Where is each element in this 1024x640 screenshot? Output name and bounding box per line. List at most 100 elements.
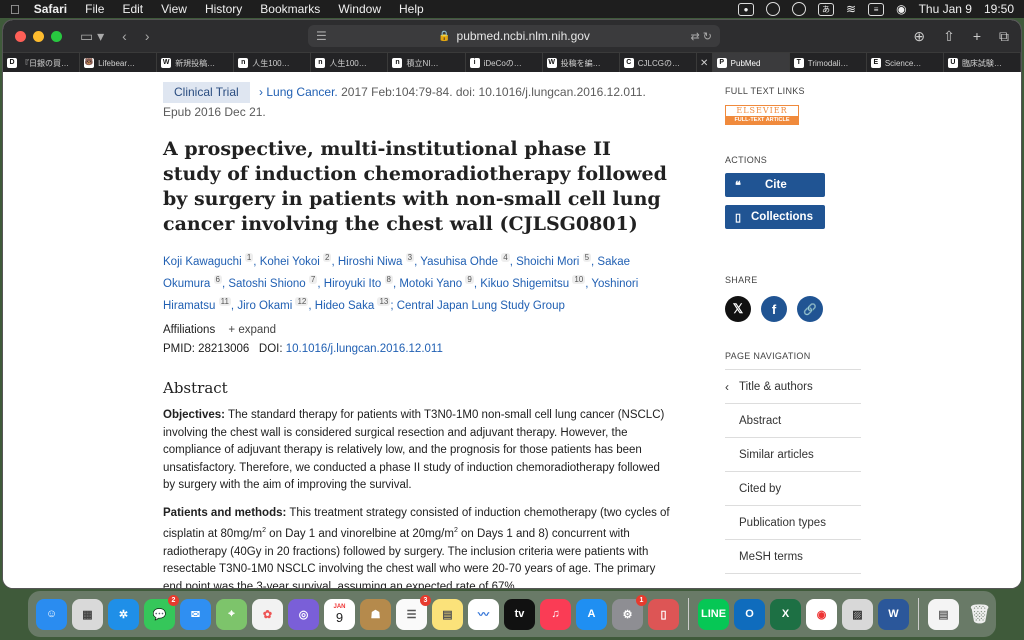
close-window-button[interactable] xyxy=(15,30,26,42)
finder-icon[interactable]: ☺ xyxy=(36,598,67,630)
tab-overview-icon[interactable]: ⧉ xyxy=(999,28,1009,45)
menu-window[interactable]: Window xyxy=(338,2,381,16)
tab[interactable]: 🐻 Lifebear… xyxy=(80,53,158,73)
elsevier-full-text-link[interactable]: ELSEVIER FULL-TEXT ARTICLE xyxy=(725,105,799,125)
maps-icon[interactable]: ⌖ xyxy=(216,598,247,630)
tab[interactable]: E Science… xyxy=(867,53,944,73)
launchpad-icon[interactable]: ▦ xyxy=(72,598,103,630)
affiliation-number[interactable]: 9 xyxy=(465,274,474,284)
freeform-icon[interactable]: 〰 xyxy=(468,598,499,630)
line-icon[interactable]: LINE xyxy=(698,598,729,630)
nav-abstract[interactable]: Abstract xyxy=(725,404,861,438)
messages-icon[interactable]: 💬 2 xyxy=(144,594,179,630)
input-method-icon[interactable]: あ xyxy=(818,2,835,16)
affiliation-number[interactable]: 5 xyxy=(582,253,592,262)
menubar-date[interactable]: Thu Jan 9 xyxy=(919,2,972,16)
wifi-icon[interactable]: ≋ xyxy=(846,2,856,16)
affiliation-number[interactable]: 12 xyxy=(295,296,309,306)
affiliation-number[interactable]: 3 xyxy=(405,253,415,262)
cite-button[interactable]: ❝ Cite xyxy=(725,173,825,197)
nav-title-authors[interactable]: ‹ Title & authors xyxy=(725,370,861,404)
clock-status-icon[interactable] xyxy=(792,2,807,16)
menu-history[interactable]: History xyxy=(205,2,242,16)
safari-icon[interactable]: ✲ xyxy=(108,598,139,630)
affiliation-number[interactable]: 10 xyxy=(572,274,586,284)
author-link[interactable]: Motoki Yano xyxy=(399,278,462,290)
back-icon[interactable]: ‹ xyxy=(122,28,127,44)
address-bar[interactable]: ☰ 🔒 pubmed.ncbi.nlm.nih.gov ⇄ ↻ xyxy=(308,25,720,47)
author-link[interactable]: Koji Kawaguchi xyxy=(163,256,242,268)
calendar-icon[interactable]: JAN 9 xyxy=(324,598,355,630)
control-center-icon[interactable]: ≡ xyxy=(868,2,885,16)
excel-icon[interactable]: X xyxy=(770,598,801,630)
outlook-icon[interactable]: O xyxy=(734,598,765,630)
author-link[interactable]: Yasuhisa Ohde xyxy=(420,256,498,268)
menu-edit[interactable]: Edit xyxy=(122,2,143,16)
share-icon[interactable]: ⇧ xyxy=(943,28,955,45)
system-settings-icon[interactable]: ⚙ 1 xyxy=(612,594,647,630)
podcasts-icon[interactable]: ◎ xyxy=(288,598,319,630)
document-stack-icon[interactable]: ▤ xyxy=(928,598,959,630)
iphone-mirroring-icon[interactable]: ▯ xyxy=(648,598,679,630)
tab[interactable]: i iDeCoの… xyxy=(466,53,543,73)
menubar-time[interactable]: 19:50 xyxy=(984,2,1014,16)
chrome-icon[interactable]: ◉ xyxy=(806,598,837,630)
doi-link[interactable]: 10.1016/j.lungcan.2016.12.011 xyxy=(286,343,443,355)
menu-bookmarks[interactable]: Bookmarks xyxy=(260,2,320,16)
new-tab-icon[interactable]: + xyxy=(973,28,981,45)
tab[interactable]: C CJLCGの… xyxy=(620,53,697,73)
author-link[interactable]: Hideo Saka xyxy=(315,299,374,311)
downloads-icon[interactable]: ⊕ xyxy=(913,28,925,45)
author-link[interactable]: Jiro Okami xyxy=(237,299,292,311)
tab[interactable]: n 積立NI… xyxy=(388,53,466,73)
tab[interactable]: W 新規投稿… xyxy=(157,53,235,73)
x-share-icon[interactable]: 𝕏 xyxy=(725,296,751,322)
apple-icon[interactable]:  xyxy=(10,2,20,17)
author-link[interactable]: Kohei Yokoi xyxy=(260,256,320,268)
zoom-window-button[interactable] xyxy=(51,30,62,42)
affiliation-number[interactable]: 2 xyxy=(323,253,332,262)
line-status-icon[interactable]: ● xyxy=(738,2,755,16)
tab[interactable]: W 投稿を編… xyxy=(543,53,620,73)
siri-icon[interactable]: ◉ xyxy=(896,2,906,16)
nav-similar-articles[interactable]: Similar articles xyxy=(725,438,861,472)
nav-mesh-terms[interactable]: MeSH terms xyxy=(725,540,861,574)
facebook-share-icon[interactable]: f xyxy=(761,296,787,322)
nav-publication-types[interactable]: Publication types xyxy=(725,506,861,540)
tab[interactable]: n 人生100… xyxy=(234,53,312,73)
affiliation-number[interactable]: 4 xyxy=(501,253,510,262)
tab[interactable]: U 臨床試験… xyxy=(944,53,1021,73)
affiliation-number[interactable]: 11 xyxy=(218,296,231,306)
menu-help[interactable]: Help xyxy=(399,2,424,16)
author-link[interactable]: Hiroshi Niwa xyxy=(338,256,403,268)
collections-button[interactable]: ▯ Collections xyxy=(725,205,825,229)
preview-icon[interactable]: ▨ xyxy=(842,598,873,630)
article-type-badge[interactable]: Clinical Trial xyxy=(163,82,250,103)
play-status-icon[interactable] xyxy=(766,2,781,16)
tab-active[interactable]: P PubMed xyxy=(712,53,790,73)
group-author-link[interactable]: Central Japan Lung Study Group xyxy=(397,299,565,311)
sidebar-toggle-icon[interactable]: ▭ ▾ xyxy=(80,28,104,45)
app-store-icon[interactable]: A xyxy=(576,598,607,630)
menu-file[interactable]: File xyxy=(85,2,104,16)
nav-cited-by[interactable]: Cited by xyxy=(725,472,861,506)
photos-icon[interactable]: ✿ xyxy=(252,598,283,630)
translate-reload-icon[interactable]: ⇄ ↻ xyxy=(691,30,713,43)
reminders-icon[interactable]: ☰ 3 xyxy=(396,594,431,630)
author-link[interactable]: Satoshi Shiono xyxy=(228,278,305,290)
affiliation-number[interactable]: 7 xyxy=(308,274,318,284)
music-icon[interactable]: ♫ xyxy=(540,598,571,630)
trash-icon[interactable]: 🗑 xyxy=(964,599,995,630)
minimize-window-button[interactable] xyxy=(33,30,44,42)
forward-icon[interactable]: › xyxy=(145,28,150,44)
expand-affiliations-button[interactable]: + expand xyxy=(228,324,276,336)
affiliation-number[interactable]: 8 xyxy=(384,274,393,284)
journal-link[interactable]: Lung Cancer. xyxy=(266,85,337,99)
apple-tv-icon[interactable]: tv xyxy=(504,598,535,630)
affiliation-number[interactable]: 1 xyxy=(244,253,254,262)
page-settings-icon[interactable]: ☰ xyxy=(316,29,327,43)
notes-icon[interactable]: ▤ xyxy=(432,598,463,630)
tab[interactable]: T Trimodali… xyxy=(790,53,867,73)
close-tab-icon[interactable]: ✕ xyxy=(697,53,713,73)
affiliation-number[interactable]: 6 xyxy=(213,274,222,284)
